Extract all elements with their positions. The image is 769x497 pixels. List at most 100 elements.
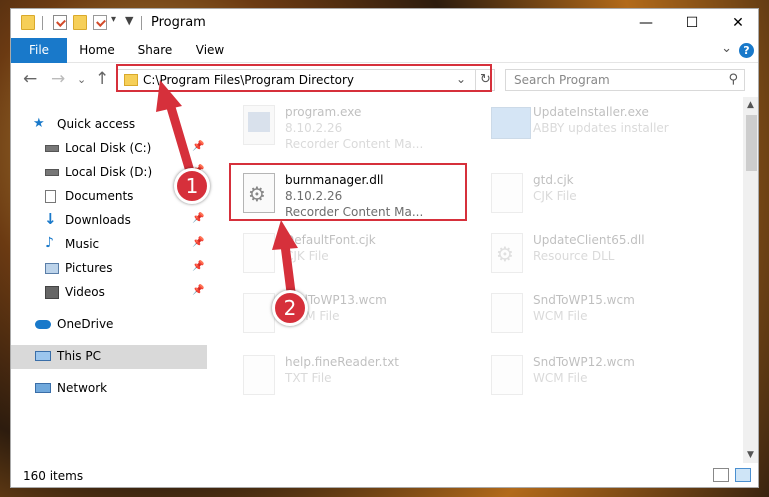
navigation-pane: ★ Quick access Local Disk (C:) 📌 Local D… <box>11 97 207 463</box>
sidebar-item-network[interactable]: Network <box>11 377 207 401</box>
search-icon[interactable]: ⚲ <box>728 72 738 87</box>
sidebar-item-music[interactable]: ♪ Music 📌 <box>11 233 207 257</box>
chevron-down-icon[interactable]: ⌄ <box>456 72 466 86</box>
layout-icon[interactable] <box>93 15 107 30</box>
sidebar-item-this-pc[interactable]: This PC <box>11 345 207 369</box>
tab-home[interactable]: Home <box>71 38 123 63</box>
search-placeholder: Search Program <box>514 73 610 87</box>
back-arrow-icon[interactable]: ← <box>23 69 37 89</box>
list-item[interactable]: burnmanager.dll 8.10.2.26 Recorder Conte… <box>237 165 467 223</box>
maximize-button[interactable]: ☐ <box>669 9 715 37</box>
list-item[interactable]: DefaultFont.cjk CJK File <box>237 225 467 283</box>
close-button[interactable]: ✕ <box>715 9 758 37</box>
search-input[interactable]: Search Program ⚲ <box>505 69 745 91</box>
new-folder-icon[interactable] <box>73 15 87 30</box>
sidebar-item-quick-access[interactable]: ★ Quick access <box>11 113 207 137</box>
computer-icon <box>35 351 51 361</box>
pin-icon[interactable]: 📌 <box>192 285 204 296</box>
documents-icon <box>45 190 56 203</box>
list-item[interactable]: program.exe 8.10.2.26 Recorder Content M… <box>237 97 467 155</box>
file-name: program.exe <box>285 105 362 119</box>
sidebar-item-pictures[interactable]: Pictures 📌 <box>11 257 207 281</box>
list-item[interactable]: SndToWP13.wcm WCM File <box>237 285 467 343</box>
details-view-icon[interactable] <box>713 468 729 482</box>
callout-badge-one: 1 <box>174 168 210 204</box>
exe-icon <box>243 105 275 145</box>
file-meta: WCM File <box>533 371 588 385</box>
file-name: burnmanager.dll <box>285 173 384 187</box>
scroll-down-icon[interactable]: ▼ <box>747 450 754 460</box>
chevron-down-icon[interactable]: ▾ <box>111 14 116 25</box>
list-item[interactable]: help.fineReader.txt TXT File <box>237 347 467 405</box>
file-meta: CJK File <box>533 189 577 203</box>
tab-view[interactable]: View <box>187 38 233 63</box>
sidebar-item-label: Pictures <box>65 261 113 275</box>
refresh-icon[interactable]: ↻ <box>475 70 495 90</box>
pin-icon[interactable]: 📌 <box>192 213 204 224</box>
minimize-button[interactable]: — <box>623 9 669 37</box>
drive-icon <box>45 169 59 176</box>
tab-share[interactable]: Share <box>127 38 183 63</box>
sidebar-item-onedrive[interactable]: OneDrive <box>11 313 207 337</box>
blank-file-icon <box>491 173 523 213</box>
scroll-up-icon[interactable]: ▲ <box>747 100 754 110</box>
sidebar-item-label: OneDrive <box>57 317 114 331</box>
item-count: 160 items <box>23 469 84 483</box>
pin-icon[interactable]: 📌 <box>192 261 204 272</box>
dll-gear-icon <box>243 173 275 213</box>
sidebar-item-label: Local Disk (D:) <box>65 165 153 179</box>
sidebar-item-local-disk-c[interactable]: Local Disk (C:) 📌 <box>11 137 207 161</box>
vertical-scrollbar[interactable]: ▲ ▼ <box>743 97 758 463</box>
file-meta: WCM File <box>533 309 588 323</box>
forward-arrow-icon[interactable]: → <box>51 69 65 89</box>
customize-toolbar-icon[interactable]: ▼ <box>125 14 133 27</box>
file-name: UpdateInstaller.exe <box>533 105 649 119</box>
callout-badge-two: 2 <box>272 290 308 326</box>
pin-icon[interactable]: 📌 <box>192 237 204 248</box>
properties-icon[interactable] <box>53 15 67 30</box>
window-title: Program <box>151 15 206 30</box>
address-bar[interactable]: C:\Program Files\Program Directory ⌄ ↻ <box>117 69 495 91</box>
sidebar-item-label: This PC <box>57 349 101 363</box>
pin-icon[interactable]: 📌 <box>192 141 204 152</box>
recent-dropdown-icon[interactable]: ⌄ <box>77 73 86 86</box>
dll-gear-icon <box>491 233 523 273</box>
music-icon: ♪ <box>45 235 54 251</box>
list-item[interactable]: gtd.cjk CJK File <box>485 165 715 223</box>
file-name: help.fineReader.txt <box>285 355 399 369</box>
tab-file[interactable]: File <box>11 38 67 63</box>
file-meta: CJK File <box>285 249 329 263</box>
chevron-down-icon[interactable]: ⌄ <box>721 41 732 56</box>
sidebar-item-label: Music <box>65 237 100 251</box>
blank-file-icon <box>491 355 523 395</box>
cloud-icon <box>35 320 51 329</box>
network-icon <box>35 383 51 393</box>
star-icon: ★ <box>33 116 45 131</box>
sidebar-item-downloads[interactable]: ↓ Downloads 📌 <box>11 209 207 233</box>
sidebar-item-videos[interactable]: Videos 📌 <box>11 281 207 305</box>
drive-icon <box>45 145 59 152</box>
download-icon: ↓ <box>44 210 57 228</box>
blank-file-icon <box>491 293 523 333</box>
sidebar-item-label: Videos <box>65 285 105 299</box>
file-meta: ABBY updates installer <box>533 121 669 135</box>
up-arrow-icon[interactable]: ↑ <box>95 69 109 89</box>
sidebar-item-label: Local Disk (C:) <box>65 141 152 155</box>
file-meta: 8.10.2.26 <box>285 189 343 203</box>
list-item[interactable]: UpdateInstaller.exe ABBY updates install… <box>485 97 715 155</box>
file-meta: Recorder Content Ma... <box>285 137 424 151</box>
list-item[interactable]: SndToWP15.wcm WCM File <box>485 285 715 343</box>
large-icons-view-icon[interactable] <box>735 468 751 482</box>
title-separator <box>42 16 43 30</box>
ribbon-tabs: File Home Share View ⌄ ? <box>11 38 758 63</box>
sidebar-item-label: Network <box>57 381 108 395</box>
help-icon[interactable]: ? <box>739 43 754 58</box>
file-name: SndToWP15.wcm <box>533 293 635 307</box>
scroll-thumb[interactable] <box>746 115 757 171</box>
explorer-window: ▾ ▼ Program — ☐ ✕ File Home Share View ⌄… <box>10 8 759 488</box>
address-path[interactable]: C:\Program Files\Program Directory <box>143 73 354 87</box>
list-item[interactable]: UpdateClient65.dll Resource DLL <box>485 225 715 283</box>
list-item[interactable]: SndToWP12.wcm WCM File <box>485 347 715 405</box>
videos-icon <box>45 286 59 299</box>
file-name: SndToWP12.wcm <box>533 355 635 369</box>
